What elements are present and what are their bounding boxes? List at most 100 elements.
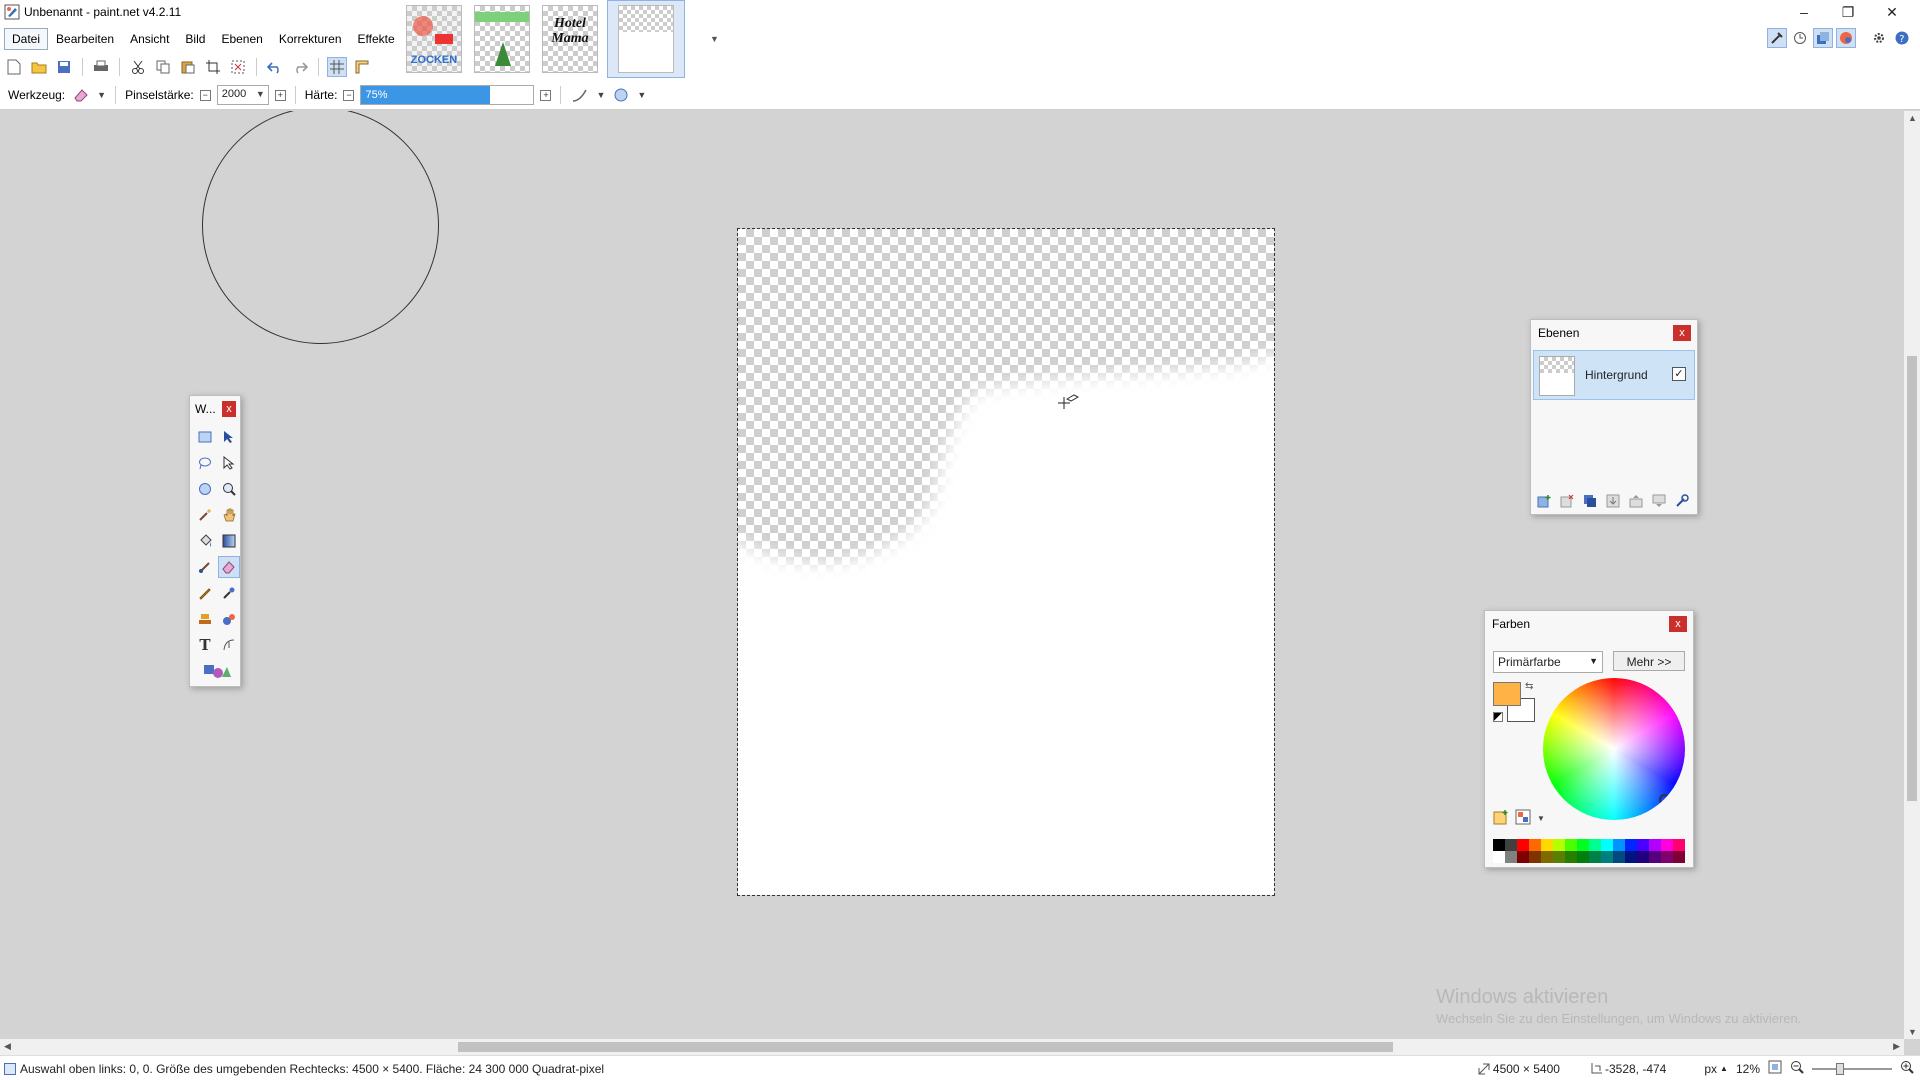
close-button[interactable]: ✕ (1870, 0, 1914, 24)
image-canvas[interactable] (737, 228, 1275, 896)
zoom-slider-knob[interactable] (1836, 1062, 1844, 1075)
palette-swatch[interactable] (1505, 851, 1517, 863)
add-to-palette-icon[interactable] (1493, 809, 1509, 828)
palette-swatch[interactable] (1613, 839, 1625, 851)
magic-wand-icon[interactable] (194, 504, 216, 526)
image-thumbnail[interactable]: ZOCKEN (403, 0, 465, 78)
palette-swatch[interactable] (1661, 851, 1673, 863)
palette-swatch[interactable] (1601, 851, 1613, 863)
restore-button[interactable]: ❐ (1826, 0, 1870, 24)
line-curve-icon[interactable] (218, 634, 240, 656)
palette-swatch[interactable] (1529, 839, 1541, 851)
shapes-icon[interactable] (194, 660, 240, 682)
color-palette[interactable] (1493, 839, 1685, 863)
eraser-tool-icon[interactable] (218, 556, 240, 578)
primary-color-swatch[interactable] (1493, 682, 1521, 706)
palette-swatch[interactable] (1505, 839, 1517, 851)
palette-swatch[interactable] (1625, 839, 1637, 851)
tools-window-title-bar[interactable]: W... x (190, 396, 240, 422)
palette-menu-icon[interactable] (1515, 809, 1531, 828)
deselect-icon[interactable] (228, 57, 248, 77)
chevron-down-icon[interactable]: ▼ (637, 90, 646, 100)
cut-icon[interactable] (128, 57, 148, 77)
palette-swatch[interactable] (1553, 851, 1565, 863)
palette-swatch[interactable] (1517, 839, 1529, 851)
zoom-in-icon[interactable] (1900, 1060, 1914, 1077)
palette-swatch[interactable] (1673, 839, 1685, 851)
clone-stamp-icon[interactable] (194, 608, 216, 630)
palette-swatch[interactable] (1637, 851, 1649, 863)
copy-icon[interactable] (153, 57, 173, 77)
image-thumbnail[interactable] (471, 0, 533, 78)
color-wheel-marker[interactable] (1659, 794, 1670, 805)
pan-hand-icon[interactable] (218, 504, 240, 526)
lasso-select-icon[interactable] (194, 452, 216, 474)
horizontal-scroll-thumb[interactable] (458, 1042, 1393, 1052)
grid-icon[interactable] (327, 57, 347, 77)
text-tool-icon[interactable]: T (194, 634, 216, 656)
zoom-to-window-icon[interactable] (1768, 1060, 1782, 1077)
palette-swatch[interactable] (1637, 839, 1649, 851)
paintbrush-icon[interactable] (194, 556, 216, 578)
undo-icon[interactable] (265, 57, 285, 77)
colors-window-close-button[interactable]: x (1669, 616, 1687, 632)
chevron-down-icon[interactable]: ▼ (596, 90, 605, 100)
save-icon[interactable] (54, 57, 74, 77)
layers-window-close-button[interactable]: x (1673, 325, 1691, 341)
eraser-icon[interactable] (71, 85, 91, 105)
color-wheel[interactable] (1543, 678, 1685, 820)
palette-swatch[interactable] (1565, 851, 1577, 863)
layers-window-icon[interactable] (1813, 28, 1833, 48)
duplicate-layer-icon[interactable] (1581, 492, 1599, 510)
settings-gear-icon[interactable] (1869, 28, 1889, 48)
crop-icon[interactable] (203, 57, 223, 77)
palette-swatch[interactable] (1553, 839, 1565, 851)
palette-swatch[interactable] (1517, 851, 1529, 863)
image-thumbnail[interactable]: Hotel Mama (539, 0, 601, 78)
swap-colors-icon[interactable]: ⇆ (1525, 681, 1533, 692)
brush-size-input[interactable]: 2000 ▼ (216, 85, 269, 105)
recolor-icon[interactable] (218, 608, 240, 630)
image-thumbnail-active[interactable] (607, 0, 685, 78)
menu-bild[interactable]: Bild (177, 28, 213, 50)
minimize-button[interactable]: – (1782, 0, 1826, 24)
vertical-scroll-thumb[interactable] (1907, 356, 1917, 801)
color-picker-icon[interactable] (218, 582, 240, 604)
menu-ansicht[interactable]: Ansicht (122, 28, 177, 50)
print-icon[interactable] (91, 57, 111, 77)
ellipse-select-icon[interactable] (194, 478, 216, 500)
decrease-brush-size-button[interactable]: − (199, 89, 211, 101)
colors-window-title-bar[interactable]: Farben x (1485, 611, 1693, 637)
canvas-workspace[interactable] (0, 111, 1904, 1039)
vertical-scrollbar[interactable]: ▲ ▼ (1904, 111, 1920, 1039)
add-layer-icon[interactable] (1535, 492, 1553, 510)
palette-swatch[interactable] (1541, 839, 1553, 851)
menu-effekte[interactable]: Effekte (350, 28, 403, 50)
palette-swatch[interactable] (1529, 851, 1541, 863)
move-selection-icon[interactable] (218, 452, 240, 474)
palette-swatch[interactable] (1577, 839, 1589, 851)
chevron-down-icon[interactable]: ▼ (97, 90, 106, 100)
open-folder-icon[interactable] (29, 57, 49, 77)
layer-visibility-checkbox[interactable]: ✓ (1672, 367, 1686, 381)
palette-swatch[interactable] (1649, 851, 1661, 863)
blend-mode-icon[interactable] (611, 85, 631, 105)
scroll-up-arrow-icon[interactable]: ▲ (1908, 113, 1917, 123)
menu-bearbeiten[interactable]: Bearbeiten (48, 28, 122, 50)
palette-swatch[interactable] (1673, 851, 1685, 863)
move-layer-up-icon[interactable] (1627, 492, 1645, 510)
palette-swatch[interactable] (1661, 839, 1673, 851)
zoom-out-icon[interactable] (1790, 1060, 1804, 1077)
layer-row-hintergrund[interactable]: Hintergrund ✓ (1533, 350, 1695, 400)
antialiasing-icon[interactable] (570, 85, 590, 105)
palette-swatch[interactable] (1493, 851, 1505, 863)
increase-brush-size-button[interactable]: + (274, 89, 286, 101)
gradient-icon[interactable] (218, 530, 240, 552)
palette-swatch[interactable] (1577, 851, 1589, 863)
help-icon[interactable]: ? (1892, 28, 1912, 48)
horizontal-scrollbar[interactable]: ◀ ▶ (0, 1039, 1904, 1055)
pencil-icon[interactable] (194, 582, 216, 604)
palette-swatch[interactable] (1589, 839, 1601, 851)
layer-properties-icon[interactable] (1673, 492, 1691, 510)
zoom-slider[interactable] (1812, 1062, 1892, 1076)
